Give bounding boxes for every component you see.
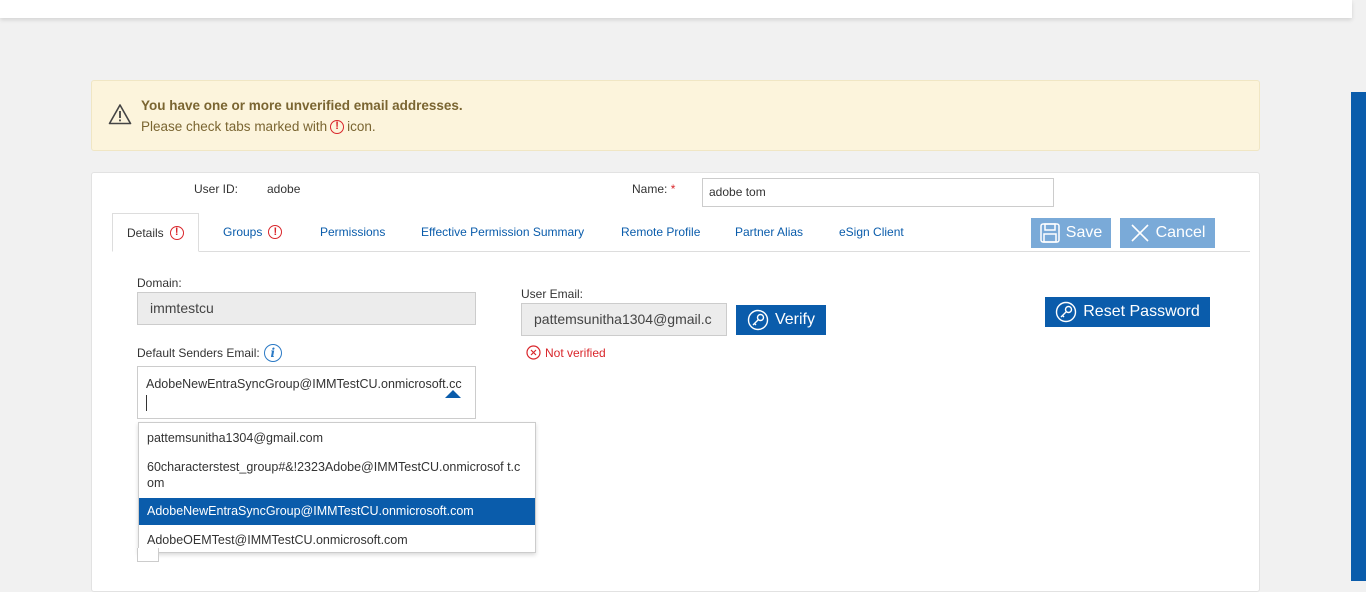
dropdown-option[interactable]: 60characterstest_group#&!2323Adobe@IMMTe… (139, 459, 535, 491)
text-caret (146, 395, 147, 411)
top-bar (0, 0, 1352, 18)
name-label-text: Name: (632, 182, 668, 196)
user-email-label: User Email: (521, 287, 584, 301)
unverified-email-alert: You have one or more unverified email ad… (91, 80, 1260, 151)
error-icon (526, 345, 541, 360)
reset-password-label: Reset Password (1083, 303, 1200, 320)
caret-up-icon[interactable] (445, 390, 461, 398)
user-id-label: User ID: (194, 182, 239, 196)
tab-effective-permission-summary[interactable]: Effective Permission Summary (421, 213, 584, 251)
domain-label: Domain: (137, 276, 182, 290)
right-scrollbar[interactable] (1351, 92, 1366, 581)
alert-message-text: Please check tabs marked with (141, 119, 328, 134)
verify-button[interactable]: Verify (736, 305, 826, 335)
reset-password-button[interactable]: Reset Password (1045, 297, 1210, 327)
dropdown-option-selected[interactable]: AdobeNewEntraSyncGroup@IMMTestCU.onmicro… (139, 498, 535, 525)
cancel-button[interactable]: Cancel (1120, 218, 1215, 248)
tab-groups[interactable]: Groups ! (223, 213, 283, 251)
exclamation-icon: ! (169, 225, 184, 240)
default-senders-label-text: Default Senders Email: (137, 346, 260, 360)
user-id-value: adobe (267, 182, 301, 196)
tab-details[interactable]: Details ! (112, 213, 199, 252)
alert-title: You have one or more unverified email ad… (141, 98, 463, 113)
save-icon (1040, 223, 1060, 243)
exclamation-icon: ! (268, 225, 283, 239)
warning-icon (108, 104, 132, 125)
hidden-control-edge (137, 548, 159, 562)
name-input[interactable]: adobe tom (702, 178, 1054, 207)
user-email-field[interactable]: pattemsunitha1304@gmail.c (521, 303, 727, 336)
default-senders-dropdown: pattemsunitha1304@gmail.com 60characters… (138, 422, 536, 553)
default-senders-value: AdobeNewEntraSyncGroup@IMMTestCU.onmicro… (146, 377, 462, 391)
key-icon (747, 309, 769, 331)
tab-remote-profile[interactable]: Remote Profile (621, 213, 700, 251)
dropdown-option[interactable]: AdobeOEMTest@IMMTestCU.onmicrosoft.com (139, 532, 535, 548)
cancel-label: Cancel (1155, 224, 1206, 241)
close-icon (1131, 224, 1149, 242)
not-verified-text: Not verified (545, 345, 606, 360)
name-label: Name: * (632, 182, 675, 196)
tab-permissions[interactable]: Permissions (320, 213, 385, 251)
domain-field[interactable]: immtestcu (137, 292, 476, 325)
tab-label: Details (127, 225, 164, 240)
required-marker: * (670, 182, 676, 196)
key-icon (1056, 301, 1077, 323)
alert-message-suffix: icon. (347, 119, 376, 134)
save-button[interactable]: Save (1031, 218, 1111, 248)
default-senders-label: Default Senders Email: i (137, 344, 282, 362)
save-label: Save (1065, 224, 1103, 241)
tab-partner-alias[interactable]: Partner Alias (735, 213, 803, 251)
tab-label: Groups (223, 225, 263, 239)
exclamation-icon: ! (330, 119, 345, 134)
verify-label: Verify (774, 311, 815, 328)
default-senders-combobox[interactable]: AdobeNewEntraSyncGroup@IMMTestCU.onmicro… (137, 366, 476, 419)
alert-message: Please check tabs marked with ! icon. (141, 119, 376, 134)
dropdown-option[interactable]: pattemsunitha1304@gmail.com (139, 430, 535, 446)
info-icon[interactable]: i (263, 344, 282, 362)
not-verified-status: Not verified (526, 345, 606, 360)
tab-esign-client[interactable]: eSign Client (839, 213, 904, 251)
